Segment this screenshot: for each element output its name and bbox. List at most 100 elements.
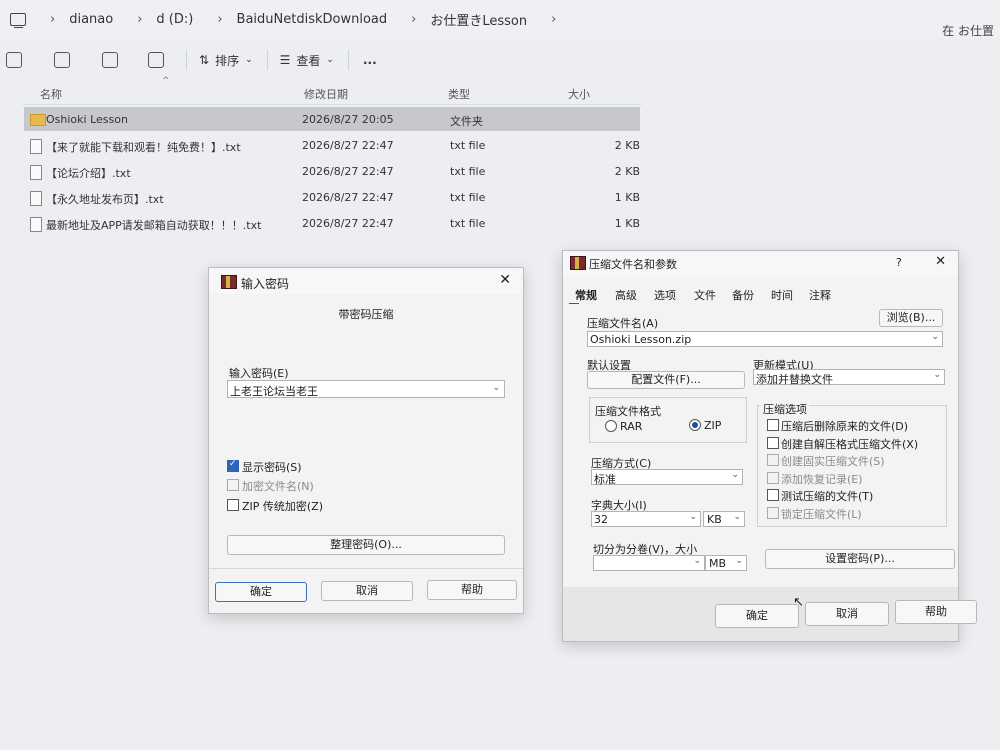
- sfx-checkbox[interactable]: [767, 436, 779, 449]
- column-date[interactable]: 修改日期: [304, 86, 348, 102]
- update-mode-select[interactable]: 添加并替换文件 ⌄: [753, 369, 945, 386]
- zip-legacy-encryption-label: ZIP 传统加密(Z): [242, 500, 324, 513]
- test-archive-checkbox[interactable]: [767, 489, 779, 501]
- mouse-cursor-icon: ↖: [793, 595, 804, 610]
- share-icon[interactable]: [102, 52, 118, 68]
- tab-time[interactable]: 时间: [771, 287, 793, 303]
- close-icon[interactable]: ✕: [935, 254, 946, 269]
- toolbar-divider: [186, 50, 187, 70]
- compression-method-select[interactable]: 标准 ⌄: [591, 469, 743, 486]
- file-size: 2 KB: [614, 165, 640, 178]
- chevron-down-icon: ⌄: [326, 55, 334, 65]
- file-date: 2026/8/27 22:47: [302, 191, 394, 204]
- dictionary-size-select[interactable]: 32 ⌄: [591, 511, 701, 527]
- address-bar[interactable]: › dianao › d (D:) › BaiduNetdiskDownload…: [0, 0, 1000, 38]
- password-input-label: 输入密码(E): [229, 367, 289, 380]
- file-size: 1 KB: [614, 191, 640, 204]
- zip-legacy-encryption-checkbox[interactable]: [227, 499, 239, 511]
- copy-icon[interactable]: [6, 52, 22, 68]
- chevron-down-icon[interactable]: ⌄: [492, 383, 500, 393]
- file-date: 2026/8/27 20:05: [302, 113, 394, 126]
- split-unit-select[interactable]: MB ⌄: [705, 555, 747, 571]
- view-button[interactable]: ☰ 查看 ⌄: [280, 52, 334, 69]
- split-size-input[interactable]: ⌄: [593, 555, 705, 571]
- encrypt-filenames-checkbox[interactable]: [227, 479, 239, 491]
- profiles-button[interactable]: 配置文件(F)...: [587, 371, 745, 389]
- solid-checkbox[interactable]: [767, 454, 779, 466]
- file-name: 【永久地址发布页】.txt: [46, 193, 164, 206]
- tab-files[interactable]: 文件: [694, 287, 716, 303]
- tab-advanced[interactable]: 高级: [615, 287, 637, 303]
- breadcrumb-baidunetdisk[interactable]: BaiduNetdiskDownload: [237, 12, 388, 27]
- chevron-right-icon: ›: [137, 11, 143, 27]
- chevron-right-icon: ›: [551, 11, 557, 27]
- ok-button[interactable]: 确定: [715, 604, 799, 628]
- file-row[interactable]: 【来了就能下载和观看！纯免费！】.txt 2026/8/27 22:47 txt f…: [24, 133, 640, 157]
- test-archive-label: 测试压缩的文件(T): [781, 490, 874, 503]
- format-rar-radio[interactable]: [605, 420, 617, 432]
- delete-after-checkbox[interactable]: [767, 419, 779, 431]
- encrypt-filenames-label: 加密文件名(N): [242, 480, 314, 493]
- tab-backup[interactable]: 备份: [732, 287, 754, 303]
- column-name[interactable]: 名称: [40, 86, 62, 102]
- chevron-right-icon: ›: [217, 11, 223, 27]
- file-row[interactable]: 最新地址及APP请发邮箱自动获取！！！.txt 2026/8/27 22:47 tx…: [24, 211, 640, 235]
- chevron-down-icon[interactable]: ⌄: [931, 332, 939, 342]
- delete-after-label: 压缩后删除原来的文件(D): [781, 420, 909, 433]
- tab-general[interactable]: 常规: [575, 287, 597, 303]
- search-box[interactable]: 在 お仕置: [942, 22, 994, 39]
- computer-icon[interactable]: [10, 12, 26, 28]
- column-type[interactable]: 类型: [448, 86, 470, 102]
- file-type: txt file: [450, 165, 486, 178]
- folder-row[interactable]: Oshioki Lesson 2026/8/27 20:05 文件夹: [24, 107, 640, 131]
- breadcrumb-drive-d[interactable]: d (D:): [156, 12, 193, 27]
- active-tab-underline: [569, 303, 579, 304]
- dictionary-unit-select[interactable]: KB ⌄: [703, 511, 745, 527]
- file-row[interactable]: 【永久地址发布页】.txt 2026/8/27 22:47 txt file 1 KB: [24, 185, 640, 209]
- tab-comment[interactable]: 注释: [809, 287, 831, 303]
- more-button[interactable]: ...: [363, 53, 377, 67]
- file-row[interactable]: 【论坛介绍】.txt 2026/8/27 22:47 txt file 2 KB: [24, 159, 640, 183]
- organize-passwords-button[interactable]: 整理密码(O)...: [227, 535, 505, 555]
- archive-name-input[interactable]: Oshioki Lesson.zip ⌄: [587, 331, 943, 347]
- recovery-record-label: 添加恢复记录(E): [781, 472, 863, 486]
- cancel-button[interactable]: 取消: [321, 581, 413, 601]
- solid-label: 创建固实压缩文件(S): [781, 455, 885, 468]
- sort-icon: ⇅: [199, 53, 210, 67]
- help-button[interactable]: 帮助: [895, 600, 977, 624]
- chevron-down-icon[interactable]: ⌄: [693, 556, 701, 566]
- chevron-down-icon: ⌄: [245, 55, 253, 65]
- breadcrumb-dianao[interactable]: dianao: [69, 12, 113, 27]
- set-password-button[interactable]: 设置密码(P)...: [765, 549, 955, 569]
- password-dialog-titlebar: 输入密码 ✕: [209, 268, 523, 294]
- sort-button[interactable]: ⇅ 排序 ⌄: [199, 52, 253, 69]
- password-input[interactable]: 上老王论坛当老王 ⌄: [227, 380, 505, 398]
- help-question-icon[interactable]: ?: [896, 256, 902, 269]
- show-password-checkbox[interactable]: [227, 459, 239, 472]
- help-button[interactable]: 帮助: [427, 580, 517, 600]
- ok-button[interactable]: 确定: [215, 582, 307, 602]
- archive-options-label: 压缩选项: [761, 401, 809, 417]
- chevron-down-icon: ⌄: [731, 470, 739, 480]
- format-zip-radio[interactable]: [689, 419, 701, 431]
- format-rar-label: RAR: [620, 420, 643, 433]
- delete-icon[interactable]: [148, 52, 164, 68]
- file-type: txt file: [450, 139, 486, 152]
- cancel-button[interactable]: 取消: [805, 602, 889, 626]
- sort-label: 排序: [215, 53, 240, 68]
- column-size[interactable]: 大小: [568, 86, 590, 102]
- close-icon[interactable]: ✕: [499, 272, 511, 288]
- tab-options[interactable]: 选项: [654, 287, 676, 303]
- file-type: txt file: [450, 217, 486, 230]
- text-file-icon: [30, 191, 42, 206]
- command-bar: ⇅ 排序 ⌄ ☰ 查看 ⌄ ...: [0, 38, 1000, 82]
- file-name: Oshioki Lesson: [46, 113, 128, 126]
- browse-button[interactable]: 浏览(B)...: [879, 309, 943, 327]
- chevron-down-icon: ⌄: [933, 370, 941, 380]
- chevron-down-icon: ⌄: [689, 512, 697, 522]
- recovery-record-checkbox[interactable]: [767, 471, 779, 484]
- lock-archive-label: 锁定压缩文件(L): [781, 507, 862, 521]
- lock-archive-checkbox[interactable]: [767, 506, 779, 519]
- rename-icon[interactable]: [54, 52, 70, 68]
- breadcrumb-current-folder[interactable]: お仕置きLesson: [430, 10, 527, 29]
